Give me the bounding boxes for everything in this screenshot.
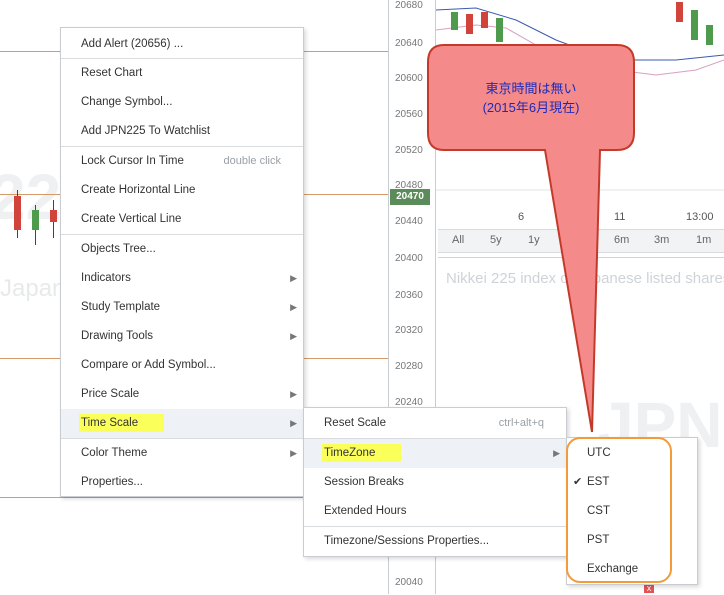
- callout-text-line2: (2015年6月現在): [482, 100, 580, 115]
- callout-text-line1: 東京時間は無い: [485, 81, 577, 96]
